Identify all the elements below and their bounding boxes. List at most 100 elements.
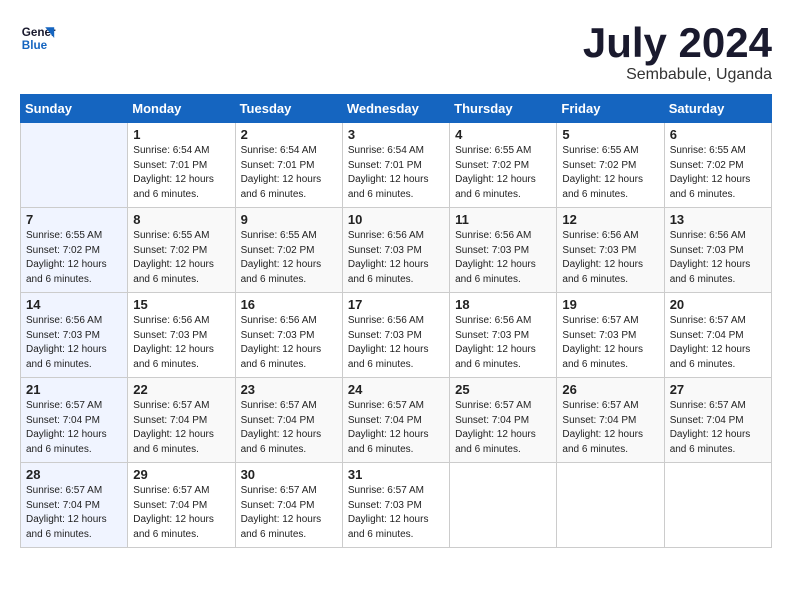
weekday-header-wednesday: Wednesday <box>342 95 449 123</box>
calendar-week-1: 1 Sunrise: 6:54 AMSunset: 7:01 PMDaylight… <box>21 123 772 208</box>
day-info: Sunrise: 6:54 AMSunset: 7:01 PMDaylight:… <box>133 144 229 202</box>
day-info: Sunrise: 6:57 AMSunset: 7:04 PMDaylight:… <box>670 399 766 457</box>
day-info: Sunrise: 6:56 AMSunset: 7:03 PMDaylight:… <box>455 229 551 287</box>
day-number: 22 <box>133 382 229 397</box>
calendar-cell: 19 Sunrise: 6:57 AMSunset: 7:03 PMDayligh… <box>557 293 664 378</box>
day-number: 11 <box>455 212 551 227</box>
day-number: 12 <box>562 212 658 227</box>
day-info: Sunrise: 6:54 AMSunset: 7:01 PMDaylight:… <box>348 144 444 202</box>
day-number: 30 <box>241 467 337 482</box>
calendar-cell: 8 Sunrise: 6:55 AMSunset: 7:02 PMDaylight… <box>128 208 235 293</box>
calendar-cell: 20Sunrise: 6:57 AMSunset: 7:04 PMDayligh… <box>664 293 771 378</box>
day-number: 4 <box>455 127 551 142</box>
calendar-cell: 9Sunrise: 6:55 AMSunset: 7:02 PMDaylight… <box>235 208 342 293</box>
day-number: 21 <box>26 382 122 397</box>
calendar-cell: 18Sunrise: 6:56 AMSunset: 7:03 PMDayligh… <box>450 293 557 378</box>
calendar-cell: 7Sunrise: 6:55 AMSunset: 7:02 PMDaylight… <box>21 208 128 293</box>
month-year-title: July 2024 <box>583 20 772 66</box>
day-info: Sunrise: 6:57 AMSunset: 7:04 PMDaylight:… <box>562 399 658 457</box>
day-info: Sunrise: 6:57 AMSunset: 7:04 PMDaylight:… <box>241 484 337 542</box>
day-number: 29 <box>133 467 229 482</box>
day-number: 10 <box>348 212 444 227</box>
day-info: Sunrise: 6:57 AMSunset: 7:04 PMDaylight:… <box>133 399 229 457</box>
calendar-cell: 1 Sunrise: 6:54 AMSunset: 7:01 PMDaylight… <box>128 123 235 208</box>
day-number: 25 <box>455 382 551 397</box>
day-info: Sunrise: 6:57 AMSunset: 7:03 PMDaylight:… <box>348 484 444 542</box>
day-info: Sunrise: 6:57 AMSunset: 7:04 PMDaylight:… <box>26 399 122 457</box>
calendar-cell <box>21 123 128 208</box>
day-info: Sunrise: 6:57 AMSunset: 7:04 PMDaylight:… <box>241 399 337 457</box>
calendar-week-5: 28 Sunrise: 6:57 AMSunset: 7:04 PMDayligh… <box>21 463 772 548</box>
day-number: 8 <box>133 212 229 227</box>
calendar-cell: 21 Sunrise: 6:57 AMSunset: 7:04 PMDayligh… <box>21 378 128 463</box>
day-number: 3 <box>348 127 444 142</box>
day-number: 14 <box>26 297 122 312</box>
weekday-header-tuesday: Tuesday <box>235 95 342 123</box>
day-number: 28 <box>26 467 122 482</box>
day-number: 16 <box>241 297 337 312</box>
calendar-cell: 26 Sunrise: 6:57 AMSunset: 7:04 PMDayligh… <box>557 378 664 463</box>
calendar-cell <box>557 463 664 548</box>
calendar-cell: 24 Sunrise: 6:57 AMSunset: 7:04 PMDayligh… <box>342 378 449 463</box>
day-number: 6 <box>670 127 766 142</box>
calendar-cell: 22 Sunrise: 6:57 AMSunset: 7:04 PMDayligh… <box>128 378 235 463</box>
svg-text:Blue: Blue <box>22 39 48 52</box>
calendar-cell: 10 Sunrise: 6:56 AMSunset: 7:03 PMDayligh… <box>342 208 449 293</box>
day-info: Sunrise: 6:55 AMSunset: 7:02 PMDaylight:… <box>133 229 229 287</box>
calendar-cell: 13 Sunrise: 6:56 AMSunset: 7:03 PMDayligh… <box>664 208 771 293</box>
day-info: Sunrise: 6:57 AMSunset: 7:04 PMDaylight:… <box>348 399 444 457</box>
day-info: Sunrise: 6:56 AMSunset: 7:03 PMDaylight:… <box>241 314 337 372</box>
weekday-header-monday: Monday <box>128 95 235 123</box>
weekday-header-friday: Friday <box>557 95 664 123</box>
calendar-cell: 23 Sunrise: 6:57 AMSunset: 7:04 PMDayligh… <box>235 378 342 463</box>
calendar-cell <box>664 463 771 548</box>
day-number: 23 <box>241 382 337 397</box>
calendar-week-2: 7Sunrise: 6:55 AMSunset: 7:02 PMDaylight… <box>21 208 772 293</box>
day-number: 13 <box>670 212 766 227</box>
calendar-cell: 2 Sunrise: 6:54 AMSunset: 7:01 PMDaylight… <box>235 123 342 208</box>
day-info: Sunrise: 6:56 AMSunset: 7:03 PMDaylight:… <box>348 229 444 287</box>
day-number: 17 <box>348 297 444 312</box>
day-number: 9 <box>241 212 337 227</box>
day-number: 15 <box>133 297 229 312</box>
calendar-cell: 30 Sunrise: 6:57 AMSunset: 7:04 PMDayligh… <box>235 463 342 548</box>
calendar-cell: 3 Sunrise: 6:54 AMSunset: 7:01 PMDaylight… <box>342 123 449 208</box>
page-header: General Blue July 2024 Sembabule, Uganda <box>20 20 772 84</box>
day-number: 19 <box>562 297 658 312</box>
day-number: 26 <box>562 382 658 397</box>
day-number: 31 <box>348 467 444 482</box>
day-number: 5 <box>562 127 658 142</box>
day-info: Sunrise: 6:57 AMSunset: 7:03 PMDaylight:… <box>562 314 658 372</box>
day-info: Sunrise: 6:57 AMSunset: 7:04 PMDaylight:… <box>26 484 122 542</box>
day-info: Sunrise: 6:57 AMSunset: 7:04 PMDaylight:… <box>670 314 766 372</box>
day-info: Sunrise: 6:55 AMSunset: 7:02 PMDaylight:… <box>670 144 766 202</box>
day-number: 18 <box>455 297 551 312</box>
calendar-cell: 17 Sunrise: 6:56 AMSunset: 7:03 PMDayligh… <box>342 293 449 378</box>
calendar-week-3: 14 Sunrise: 6:56 AMSunset: 7:03 PMDayligh… <box>21 293 772 378</box>
day-number: 2 <box>241 127 337 142</box>
calendar-cell: 28 Sunrise: 6:57 AMSunset: 7:04 PMDayligh… <box>21 463 128 548</box>
day-info: Sunrise: 6:54 AMSunset: 7:01 PMDaylight:… <box>241 144 337 202</box>
day-info: Sunrise: 6:56 AMSunset: 7:03 PMDaylight:… <box>562 229 658 287</box>
day-number: 1 <box>133 127 229 142</box>
calendar-cell: 27 Sunrise: 6:57 AMSunset: 7:04 PMDayligh… <box>664 378 771 463</box>
day-info: Sunrise: 6:56 AMSunset: 7:03 PMDaylight:… <box>348 314 444 372</box>
calendar-cell: 15Sunrise: 6:56 AMSunset: 7:03 PMDayligh… <box>128 293 235 378</box>
weekday-header-sunday: Sunday <box>21 95 128 123</box>
weekday-header-thursday: Thursday <box>450 95 557 123</box>
location-label: Sembabule, Uganda <box>583 66 772 84</box>
calendar-week-4: 21 Sunrise: 6:57 AMSunset: 7:04 PMDayligh… <box>21 378 772 463</box>
calendar-cell: 16 Sunrise: 6:56 AMSunset: 7:03 PMDayligh… <box>235 293 342 378</box>
calendar-table: SundayMondayTuesdayWednesdayThursdayFrid… <box>20 94 772 548</box>
day-info: Sunrise: 6:57 AMSunset: 7:04 PMDaylight:… <box>455 399 551 457</box>
calendar-cell: 6 Sunrise: 6:55 AMSunset: 7:02 PMDaylight… <box>664 123 771 208</box>
day-info: Sunrise: 6:55 AMSunset: 7:02 PMDaylight:… <box>562 144 658 202</box>
day-info: Sunrise: 6:57 AMSunset: 7:04 PMDaylight:… <box>133 484 229 542</box>
calendar-cell: 31 Sunrise: 6:57 AMSunset: 7:03 PMDayligh… <box>342 463 449 548</box>
calendar-cell: 25 Sunrise: 6:57 AMSunset: 7:04 PMDayligh… <box>450 378 557 463</box>
day-number: 27 <box>670 382 766 397</box>
day-info: Sunrise: 6:56 AMSunset: 7:03 PMDaylight:… <box>670 229 766 287</box>
day-info: Sunrise: 6:55 AMSunset: 7:02 PMDaylight:… <box>455 144 551 202</box>
calendar-cell: 12 Sunrise: 6:56 AMSunset: 7:03 PMDayligh… <box>557 208 664 293</box>
day-number: 24 <box>348 382 444 397</box>
